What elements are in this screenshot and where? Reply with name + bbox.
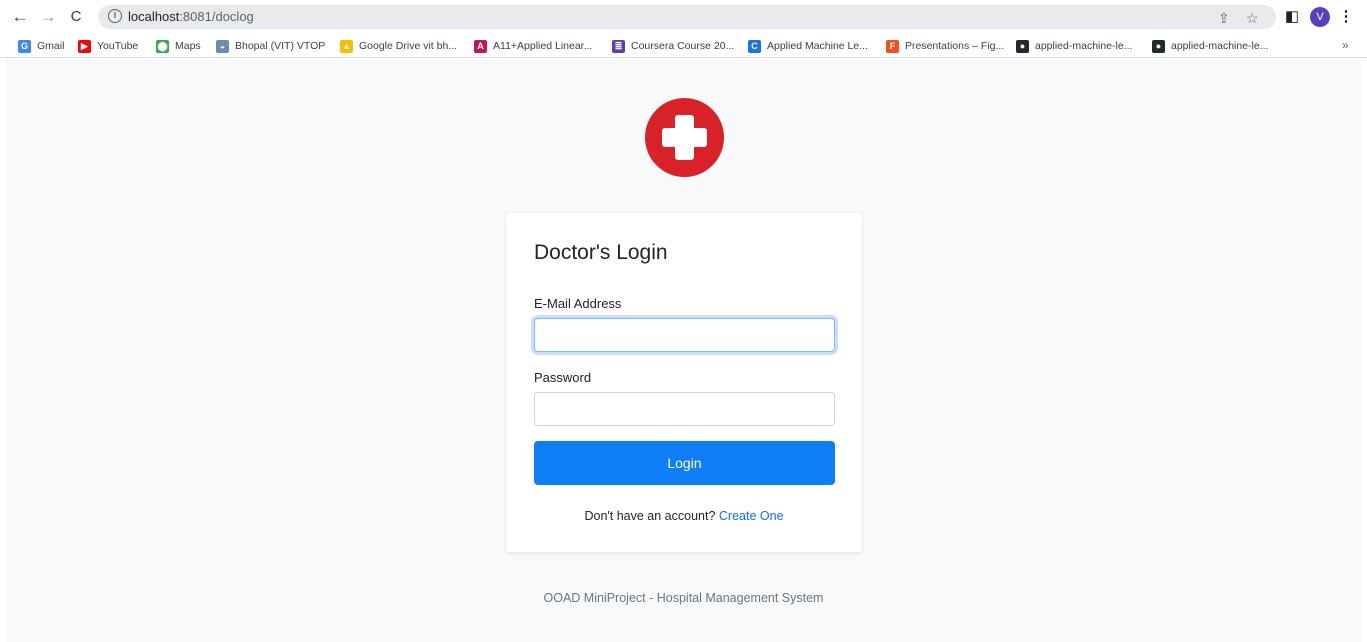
bookmark-item[interactable]: ▶ YouTube [78, 38, 138, 54]
email-field[interactable] [534, 318, 835, 352]
bookmark-label: A11+Applied Linear... [493, 40, 593, 52]
bookmark-item[interactable]: ⬤ Maps [156, 38, 201, 54]
share-icon[interactable]: ⇪ [1218, 10, 1230, 27]
bookmark-label: Presentations – Fig... [905, 40, 1005, 52]
github-icon: ● [1152, 39, 1165, 53]
password-label: Password [534, 370, 592, 385]
footer-text: OOAD MiniProject - Hospital Management S… [543, 591, 824, 605]
google-icon: G [18, 39, 31, 53]
browser-toolbar: ← → C i localhost:8081/doclog ⇪ ☆ ◧ V ⋮ [0, 0, 1367, 34]
bookmarks-overflow-icon[interactable]: » [1342, 38, 1349, 52]
site-info-icon[interactable]: i [108, 9, 122, 23]
figma-icon: F [886, 39, 899, 53]
bookmark-label: applied-machine-le... [1035, 40, 1133, 52]
github-icon: ● [1016, 39, 1029, 53]
forward-arrow-icon[interactable]: → [38, 7, 58, 27]
reload-icon[interactable]: C [66, 7, 86, 27]
bookmark-label: Coursera Course 20... [631, 40, 735, 52]
menu-kebab-icon[interactable]: ⋮ [1336, 7, 1356, 27]
email-label: E-Mail Address [534, 296, 622, 311]
password-field[interactable] [534, 392, 835, 426]
bookmark-star-icon[interactable]: ☆ [1246, 10, 1259, 27]
signup-prompt: Don't have an account? Create One [506, 509, 862, 523]
bookmark-item[interactable]: ● applied-machine-le... [1016, 38, 1132, 54]
bookmark-item[interactable]: F Presentations – Fig... [886, 38, 1004, 54]
side-panel-icon[interactable]: ◧ [1282, 7, 1302, 27]
back-arrow-icon[interactable]: ← [10, 7, 30, 27]
bookmark-label: Maps [175, 40, 201, 52]
login-title: Doctor's Login [534, 241, 668, 264]
coursera-icon: C [748, 39, 761, 53]
classroom-icon: A [474, 39, 487, 53]
bookmark-label: Bhopal (VIT) VTOP [235, 40, 326, 52]
vtop-icon: ◒ [216, 39, 229, 53]
bookmark-item[interactable]: ● applied-machine-le... [1152, 38, 1268, 54]
bookmark-item[interactable]: G Gmail [18, 38, 64, 54]
bookmark-item[interactable]: ≣ Coursera Course 20... [612, 38, 734, 54]
address-bar[interactable]: i localhost:8081/doclog ⇪ ☆ [98, 5, 1276, 29]
sheets-icon: ≣ [612, 39, 625, 53]
bookmark-label: Applied Machine Le... [767, 40, 868, 52]
bookmarks-bar: G Gmail ▶ YouTube ⬤ Maps ◒ Bhopal (VIT) VTOP ▲ Go… [0, 34, 1367, 58]
bookmark-item[interactable]: A A11+Applied Linear... [474, 38, 592, 54]
maps-icon: ⬤ [156, 39, 169, 53]
bookmark-label: Gmail [37, 40, 65, 52]
login-button[interactable]: Login [534, 441, 835, 485]
address-url[interactable]: localhost:8081/doclog [128, 9, 254, 24]
hospital-cross-logo [645, 98, 724, 177]
login-card: Doctor's Login E-Mail Address Password L… [506, 213, 862, 552]
bookmark-label: YouTube [97, 40, 139, 52]
bookmark-item[interactable]: ◒ Bhopal (VIT) VTOP [216, 38, 325, 54]
bookmark-label: Google Drive vit bh... [359, 40, 458, 52]
bookmark-label: applied-machine-le... [1171, 40, 1269, 52]
signup-prompt-text: Don't have an account? [584, 509, 716, 523]
profile-avatar[interactable]: V [1310, 7, 1330, 27]
youtube-icon: ▶ [78, 39, 91, 53]
bookmark-item[interactable]: C Applied Machine Le... [748, 38, 868, 54]
drive-icon: ▲ [340, 39, 353, 53]
page-content: Doctor's Login E-Mail Address Password L… [6, 59, 1361, 642]
create-account-link[interactable]: Create One [719, 509, 784, 523]
bookmark-item[interactable]: ▲ Google Drive vit bh... [340, 38, 457, 54]
